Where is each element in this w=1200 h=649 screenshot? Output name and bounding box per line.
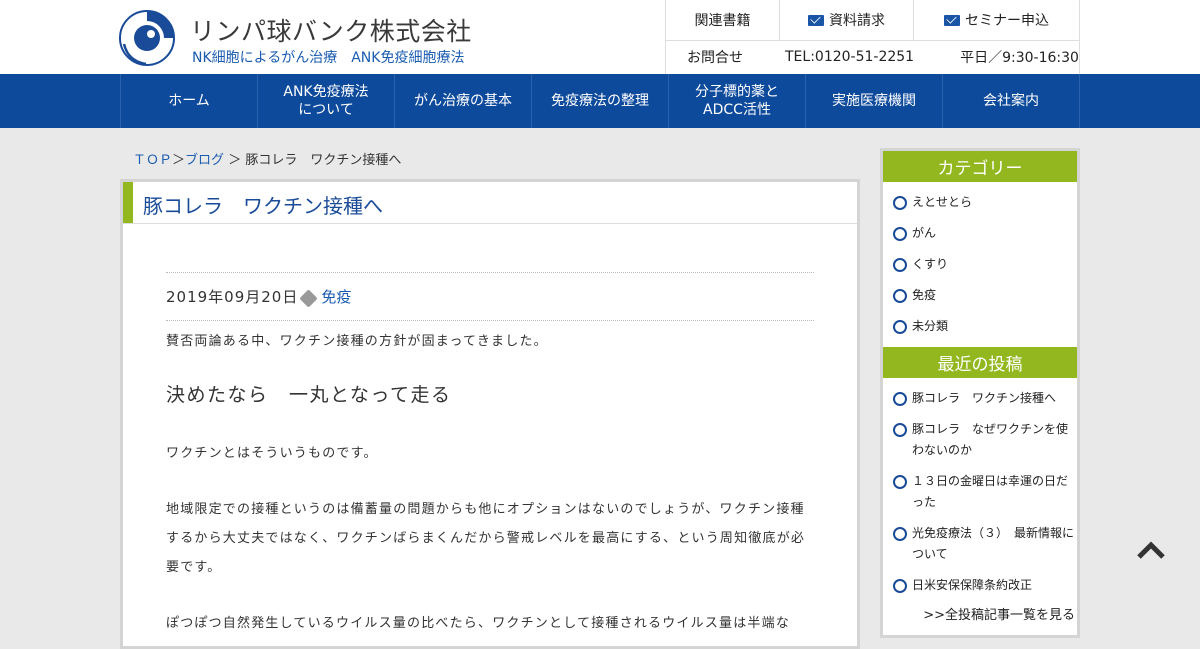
title-accent-bar	[123, 182, 133, 223]
post-article: 豚コレラ ワクチン接種へ 2019年09月20日 免疫 賛否両論ある中、ワクチン…	[120, 179, 860, 649]
mail-icon	[808, 14, 824, 26]
related-books-label: 関連書籍	[694, 13, 751, 29]
circle-bullet-icon	[893, 196, 907, 210]
site-tagline: NK細胞によるがん治療 ANK免疫細胞療法	[192, 50, 465, 66]
nav-home-label: ホーム	[168, 93, 210, 109]
breadcrumb-top[interactable]: ＴＯＰ	[133, 153, 172, 168]
breadcrumb-separator: ＞	[228, 153, 242, 168]
recent-post-item[interactable]: 光免疫療法（３） 最新情報について	[883, 523, 1077, 565]
contact-tel[interactable]: TEL:0120-51-2251	[785, 49, 914, 65]
request-materials-link[interactable]: 資料請求	[780, 0, 914, 40]
company-logo-icon[interactable]	[118, 9, 176, 67]
post-date: 2019年09月20日	[166, 288, 299, 306]
category-list: えとせとら がん くすり 免疫 未分類	[883, 182, 1077, 337]
recent-post-item[interactable]: 豚コレラ なぜワクチンを使わないのか	[883, 419, 1077, 461]
nav-company[interactable]: 会社案内	[943, 74, 1080, 128]
nav-targeted-drugs-label: 分子標的薬と ADCC活性	[695, 84, 779, 118]
category-item[interactable]: 未分類	[883, 316, 1077, 337]
tag-icon	[299, 289, 319, 308]
nav-immunotherapy[interactable]: 免疫療法の整理	[532, 74, 669, 128]
related-books-link[interactable]: 関連書籍	[666, 0, 780, 40]
nav-clinics[interactable]: 実施医療機関	[806, 74, 943, 128]
all-posts-link[interactable]: >>全投稿記事一覧を見る	[883, 604, 1077, 623]
site-title[interactable]: リンパ球バンク株式会社	[190, 12, 472, 48]
seminar-signup-link[interactable]: セミナー申込	[914, 0, 1079, 40]
site-header: リンパ球バンク株式会社 NK細胞によるがん治療 ANK免疫細胞療法 関連書籍 資…	[0, 0, 1200, 74]
nav-cancer-basics-label: がん治療の基本	[414, 93, 512, 109]
nav-company-label: 会社案内	[983, 93, 1039, 109]
post-paragraph: ワクチンとはそういうものです。	[166, 446, 378, 461]
post-title-bar: 豚コレラ ワクチン接種へ	[123, 182, 857, 224]
recent-post-item[interactable]: 日米安保保障条約改正	[883, 575, 1077, 596]
post-body: 2019年09月20日 免疫 賛否両論ある中、ワクチン接種の方針が固まってきまし…	[166, 272, 814, 638]
post-heading: 決めたなら 一丸となって走る	[166, 384, 452, 406]
sidebar: カテゴリー えとせとら がん くすり 免疫 未分類 最近の投稿 豚コレラ ワクチ…	[880, 148, 1080, 638]
category-item[interactable]: えとせとら	[883, 192, 1077, 213]
circle-bullet-icon	[893, 320, 907, 334]
header-links: 関連書籍 資料請求 セミナー申込 お問合せ TEL:0120-51-2251 平…	[665, 0, 1080, 74]
scroll-top-icon[interactable]	[1137, 540, 1165, 560]
recent-post-item[interactable]: １３日の金曜日は幸運の日だった	[883, 471, 1077, 513]
nav-home[interactable]: ホーム	[121, 74, 258, 128]
circle-bullet-icon	[893, 289, 907, 303]
category-item[interactable]: 免疫	[883, 285, 1077, 306]
breadcrumb-separator: ＞	[172, 153, 186, 168]
contact-label: お問合せ	[687, 50, 743, 66]
circle-bullet-icon	[893, 227, 907, 241]
post-paragraph: 地域限定での接種というのは備蓄量の問題からも他にオプションはないのでしょうが、ワ…	[166, 502, 806, 575]
breadcrumb-current: 豚コレラ ワクチン接種へ	[245, 153, 402, 168]
main-nav: ホーム ANK免疫療法 について がん治療の基本 免疫療法の整理 分子標的薬と AD…	[0, 74, 1200, 128]
nav-targeted-drugs[interactable]: 分子標的薬と ADCC活性	[669, 74, 806, 128]
category-heading: カテゴリー	[883, 151, 1077, 182]
recent-posts-heading: 最近の投稿	[883, 347, 1077, 378]
post-category-link[interactable]: 免疫	[321, 286, 351, 307]
circle-bullet-icon	[893, 579, 907, 593]
breadcrumb-blog[interactable]: ブログ	[185, 153, 224, 168]
nav-immunotherapy-label: 免疫療法の整理	[551, 93, 649, 109]
circle-bullet-icon	[893, 392, 907, 406]
post-paragraph: ぽつぽつ自然発生しているウイルス量の比べたら、ワクチンとして接種されるウイルス量…	[166, 616, 791, 631]
post-meta: 2019年09月20日 免疫	[166, 272, 814, 321]
nav-cancer-basics[interactable]: がん治療の基本	[395, 74, 532, 128]
circle-bullet-icon	[893, 423, 907, 437]
nav-ank-therapy-label: ANK免疫療法 について	[283, 84, 369, 118]
circle-bullet-icon	[893, 527, 907, 541]
mail-icon	[944, 14, 960, 26]
contact-hours: 平日／9:30-16:30	[960, 50, 1079, 66]
circle-bullet-icon	[893, 475, 907, 489]
post-title: 豚コレラ ワクチン接種へ	[143, 194, 383, 218]
category-item[interactable]: くすり	[883, 254, 1077, 275]
category-item[interactable]: がん	[883, 223, 1077, 244]
circle-bullet-icon	[893, 258, 907, 272]
breadcrumb: ＴＯＰ＞ブログ ＞ 豚コレラ ワクチン接種へ	[133, 149, 401, 168]
recent-posts-list: 豚コレラ ワクチン接種へ 豚コレラ なぜワクチンを使わないのか １３日の金曜日は…	[883, 378, 1077, 596]
post-paragraph: 賛否両論ある中、ワクチン接種の方針が固まってきました。	[166, 334, 548, 349]
seminar-signup-label: セミナー申込	[965, 13, 1049, 29]
request-materials-label: 資料請求	[829, 13, 885, 29]
nav-clinics-label: 実施医療機関	[832, 93, 916, 109]
recent-post-item[interactable]: 豚コレラ ワクチン接種へ	[883, 388, 1077, 409]
nav-ank-therapy[interactable]: ANK免疫療法 について	[258, 74, 395, 128]
